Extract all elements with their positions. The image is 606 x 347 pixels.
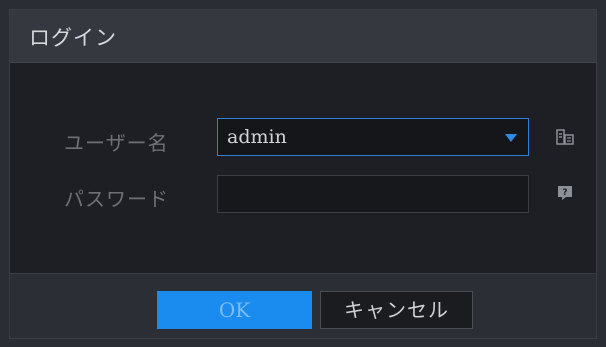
- login-dialog: ログイン ユーザー名 admin パスワード ? OK キャンセル: [9, 9, 597, 339]
- username-select-value: admin: [227, 126, 287, 148]
- dialog-title: ログイン: [29, 26, 117, 50]
- help-icon[interactable]: ?: [556, 184, 574, 202]
- password-label: パスワード: [64, 187, 169, 211]
- username-select[interactable]: admin: [217, 118, 529, 156]
- ok-button[interactable]: OK: [157, 291, 312, 329]
- password-input[interactable]: [217, 175, 529, 213]
- dialog-titlebar: ログイン: [10, 10, 596, 63]
- login-form: ユーザー名 admin パスワード ?: [10, 63, 596, 273]
- username-label: ユーザー名: [64, 131, 169, 155]
- dropdown-caret-icon[interactable]: [505, 134, 517, 142]
- svg-text:?: ?: [562, 188, 567, 198]
- dialog-footer: OK キャンセル: [10, 273, 596, 338]
- keyboard-icon[interactable]: [556, 128, 574, 146]
- cancel-button[interactable]: キャンセル: [320, 291, 473, 329]
